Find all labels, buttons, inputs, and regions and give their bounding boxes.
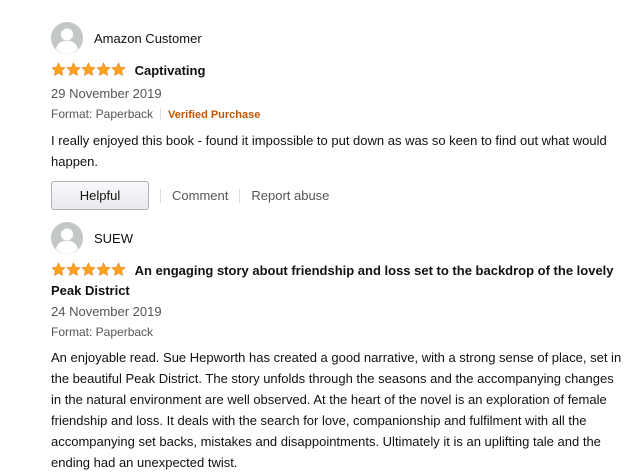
- review-date: 29 November 2019: [51, 86, 162, 101]
- avatar-icon: [51, 22, 83, 54]
- profile-name[interactable]: SUEW: [94, 231, 133, 246]
- format-label: Format: Paperback: [51, 325, 154, 339]
- star-rating[interactable]: [51, 62, 126, 82]
- review-title[interactable]: Captivating: [135, 63, 206, 78]
- star-rating[interactable]: [51, 262, 126, 282]
- review-date: 24 November 2019: [51, 304, 162, 319]
- star-icon: [66, 262, 81, 276]
- profile-name[interactable]: Amazon Customer: [94, 31, 202, 46]
- star-icon: [51, 62, 66, 76]
- divider: [160, 108, 162, 120]
- reviews-page: Amazon Customer Captivating 29 November …: [0, 0, 640, 470]
- review-card: Amazon Customer Captivating 29 November …: [51, 22, 626, 210]
- star-icon: [96, 262, 111, 276]
- divider: [239, 188, 241, 203]
- report-abuse-link[interactable]: Report abuse: [251, 188, 329, 203]
- star-icon: [111, 62, 126, 76]
- star-icon: [51, 262, 66, 276]
- star-icon: [111, 262, 126, 276]
- reviewer-profile[interactable]: Amazon Customer: [51, 22, 626, 54]
- format-row: Format: Paperback: [51, 324, 626, 340]
- divider: [160, 188, 161, 203]
- format-label: Format: Paperback: [51, 107, 154, 121]
- avatar-icon: [51, 222, 83, 254]
- verified-purchase-badge: Verified Purchase: [168, 109, 261, 121]
- review-body: An enjoyable read. Sue Hepworth has crea…: [51, 350, 622, 470]
- format-row: Format: Paperback Verified Purchase: [51, 106, 626, 123]
- review-title[interactable]: An engaging story about friendship and l…: [51, 263, 614, 298]
- star-icon: [81, 262, 96, 276]
- reviewer-profile[interactable]: SUEW: [51, 222, 626, 254]
- comment-link[interactable]: Comment: [172, 188, 228, 203]
- star-icon: [81, 62, 96, 76]
- review-actions: Helpful Comment Report abuse: [51, 181, 626, 210]
- review-body: I really enjoyed this book - found it im…: [51, 133, 607, 169]
- review-card: SUEW An engaging story about friendship …: [51, 222, 626, 473]
- star-icon: [66, 62, 81, 76]
- star-icon: [96, 62, 111, 76]
- helpful-button[interactable]: Helpful: [51, 181, 149, 210]
